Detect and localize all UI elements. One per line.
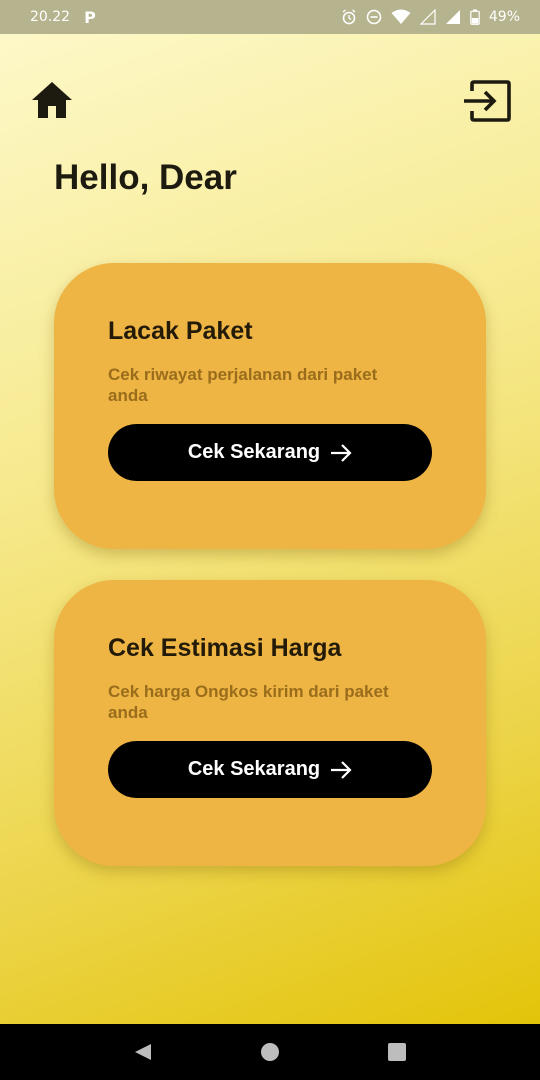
wifi-icon: [391, 9, 411, 24]
card-description: Cek riwayat perjalanan dari paket anda: [108, 365, 378, 405]
parking-app-icon: P: [84, 7, 96, 27]
signal-icon: [445, 10, 460, 24]
system-nav-bar: [0, 1024, 540, 1080]
logout-button[interactable]: [462, 80, 512, 122]
logout-icon: [464, 80, 511, 122]
status-time: 20.22: [30, 9, 71, 25]
card-title: Lacak Paket: [108, 317, 253, 345]
card-title: Cek Estimasi Harga: [108, 634, 342, 662]
back-triangle-icon: [135, 1044, 152, 1060]
nav-back-button[interactable]: [123, 1032, 163, 1072]
check-now-button[interactable]: Cek Sekarang: [108, 741, 432, 798]
do-not-disturb-icon: [366, 9, 382, 25]
status-left: 20.22 P: [30, 8, 96, 27]
home-icon: [32, 82, 72, 118]
battery-percent: 49%: [488, 9, 520, 25]
track-package-card: Lacak Paket Cek riwayat perjalanan dari …: [54, 263, 486, 549]
app-screen: Hello, Dear Lacak Paket Cek riwayat perj…: [0, 34, 540, 1024]
price-estimate-card: Cek Estimasi Harga Cek harga Ongkos kiri…: [54, 580, 486, 866]
nav-home-button[interactable]: [250, 1032, 290, 1072]
card-description: Cek harga Ongkos kirim dari paket anda: [108, 682, 389, 722]
check-now-button[interactable]: Cek Sekarang: [108, 424, 432, 481]
alarm-icon: [342, 9, 356, 25]
arrow-right-icon: [331, 443, 352, 462]
status-bar: 20.22 P 49%: [0, 0, 540, 34]
button-label: Cek Sekarang: [187, 441, 321, 463]
battery-icon: [470, 9, 480, 25]
home-circle-icon: [260, 1043, 279, 1061]
arrow-right-icon: [331, 760, 352, 779]
greeting-title: Hello, Dear: [54, 158, 237, 197]
recents-square-icon: [387, 1043, 406, 1061]
signal-empty-icon: [419, 9, 436, 25]
button-label: Cek Sekarang: [187, 758, 321, 780]
home-button[interactable]: [30, 80, 74, 120]
status-right: 49%: [341, 9, 520, 25]
nav-recents-button[interactable]: [377, 1032, 417, 1072]
